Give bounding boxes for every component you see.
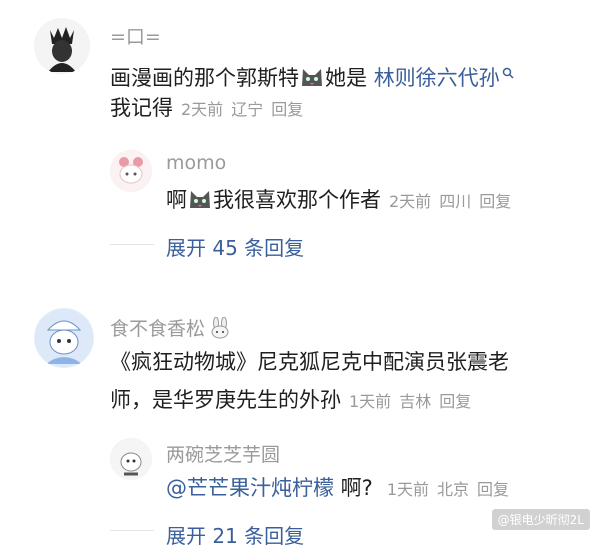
- expand-replies-button[interactable]: 展开 45 条回复: [166, 232, 304, 261]
- comment-text-part: 画漫画的那个郭斯特: [110, 66, 299, 90]
- comment-time: 2天前: [181, 100, 224, 119]
- avatar[interactable]: [34, 18, 90, 74]
- avatar[interactable]: [110, 438, 152, 480]
- reply-button[interactable]: 回复: [271, 100, 303, 119]
- divider: [110, 530, 154, 531]
- comment-text-part: 她是: [325, 66, 374, 90]
- reply-text-part: 啊: [166, 188, 187, 212]
- avatar[interactable]: [34, 308, 94, 368]
- reply-button[interactable]: 回复: [477, 480, 509, 499]
- reply-button[interactable]: 回复: [439, 392, 471, 411]
- comment-location: 辽宁: [231, 100, 264, 119]
- avatar[interactable]: [110, 150, 152, 192]
- watermark: @银电少昕彻2L: [491, 509, 590, 530]
- cat-emoji-icon: [188, 183, 212, 208]
- reply-button[interactable]: 回复: [479, 192, 511, 211]
- comment-location: 北京: [437, 480, 470, 499]
- comment-location: 四川: [439, 192, 472, 211]
- comment-username[interactable]: =口=: [110, 22, 161, 49]
- comment-text-line2: 我记得 2天前 辽宁 回复: [110, 88, 303, 130]
- reply-text: @芒芒果汁炖柠檬 啊? 1天前 北京 回复: [166, 468, 509, 510]
- comment-time: 2天前: [389, 192, 432, 211]
- comment-time: 1天前: [386, 480, 430, 499]
- comment-text-line2: 师，是华罗庚先生的外孙 1天前 吉林 回复: [110, 380, 471, 422]
- reply-username[interactable]: 两碗芝芝芋圆: [166, 440, 280, 467]
- comment-username: 食不食香松: [110, 314, 231, 344]
- comment-text: 《疯狂动物城》尼克狐尼克中配演员张震老: [110, 350, 509, 374]
- comment-time: 1天前: [349, 392, 392, 411]
- reply-text-part: 啊?: [334, 476, 373, 500]
- divider: [110, 244, 154, 245]
- bunny-icon: [209, 316, 231, 344]
- username-text[interactable]: 食不食香松: [110, 318, 205, 340]
- comment-text-part: 我记得: [110, 96, 173, 120]
- keyword-link[interactable]: 林则徐六代孙: [374, 66, 500, 90]
- cat-emoji-icon: [300, 61, 324, 86]
- search-icon[interactable]: [502, 52, 514, 92]
- comment-text-part: 师，是华罗庚先生的外孙: [110, 388, 341, 412]
- reply-username[interactable]: momo: [166, 152, 226, 174]
- comment-location: 吉林: [399, 392, 432, 411]
- expand-replies-button[interactable]: 展开 21 条回复: [166, 520, 304, 549]
- mention-link[interactable]: @芒芒果汁炖柠檬: [166, 476, 334, 500]
- reply-text-part: 我很喜欢那个作者: [213, 188, 381, 212]
- reply-text: 啊 我很喜欢那个作者 2天前 四川 回复: [166, 180, 511, 222]
